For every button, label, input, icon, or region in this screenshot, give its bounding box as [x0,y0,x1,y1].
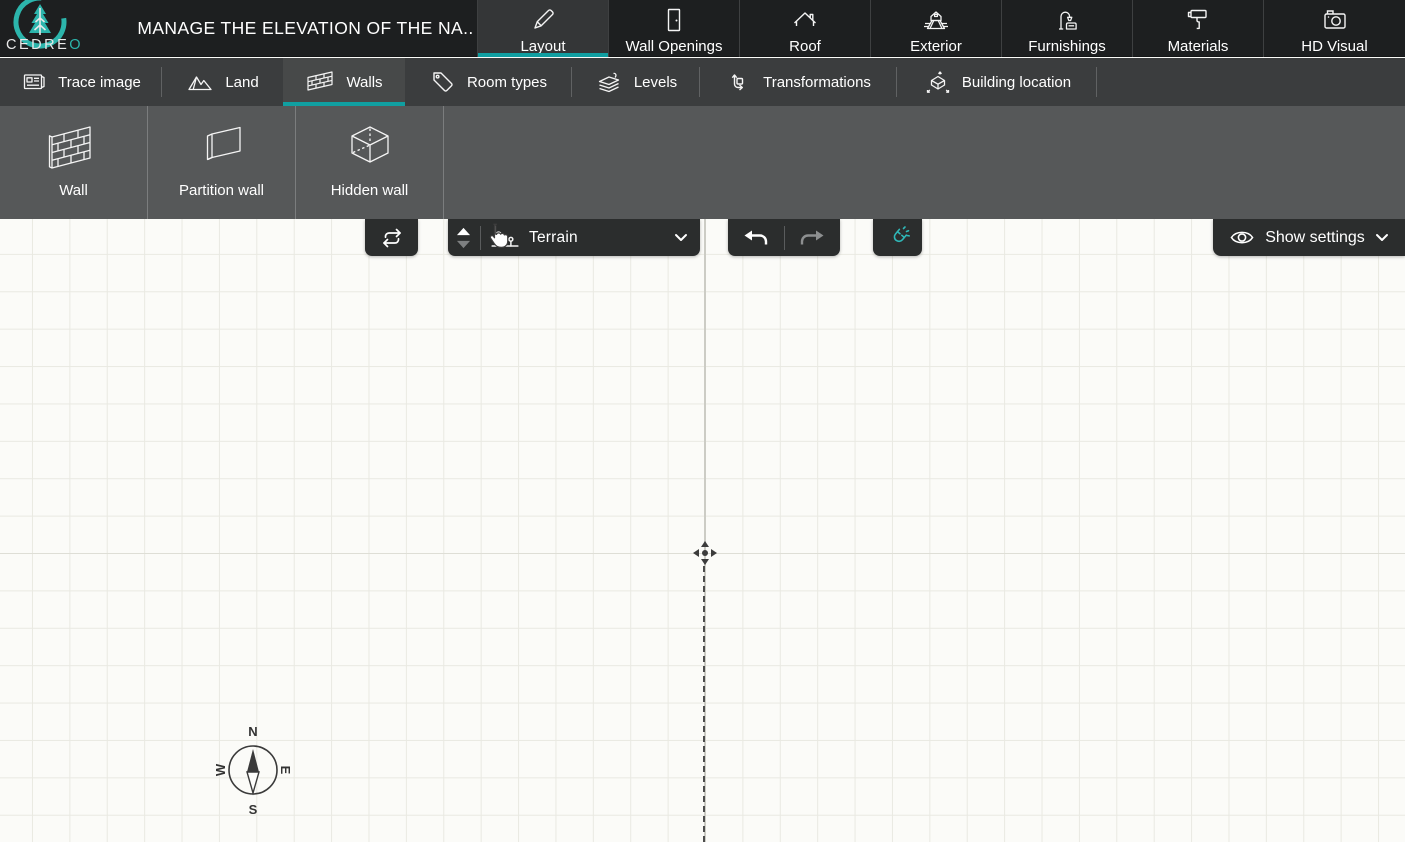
layout-ribbon: Trace image Land Walls Room types [0,58,1405,106]
redo-button[interactable] [785,219,840,256]
furnishings-icon [1053,5,1081,35]
compass-north-label: N [248,724,257,739]
tool-label: Wall [59,182,88,199]
terrain-level-icon [490,227,520,249]
walls-tool-panel: Wall Partition wall Hidden wall [0,106,1405,219]
door-icon [661,5,687,35]
building-location-icon [923,69,951,95]
top-bar: CEDREO MANAGE THE ELEVATION OF THE NA.. … [0,0,1405,57]
pencil-icon [529,5,557,35]
ribbon-item-trace-image[interactable]: Trace image [0,58,162,106]
ribbon-label: Room types [467,74,547,91]
level-stepper[interactable] [456,227,471,249]
transform-icon [726,69,752,95]
ribbon-item-building-location[interactable]: Building location [897,58,1097,106]
undo-button[interactable] [729,219,784,256]
tab-label: Exterior [910,38,962,55]
level-selector-dropdown[interactable]: Terrain [448,219,700,256]
ribbon-label: Walls [346,74,382,91]
show-settings-button[interactable]: Show settings [1213,219,1405,256]
tab-wall-openings[interactable]: Wall Openings [608,0,739,57]
selected-level-label: Terrain [529,229,665,247]
brick-wall-icon [305,69,335,95]
move-origin-handle[interactable] [691,539,719,567]
elevation-dashed-guide [703,566,705,842]
ribbon-label: Building location [962,74,1071,91]
magnet-icon [885,225,911,251]
exterior-icon [921,5,951,35]
ribbon-label: Levels [634,74,677,91]
tab-label: Roof [789,38,821,55]
show-settings-label: Show settings [1265,229,1365,247]
eye-icon [1229,228,1255,247]
tool-partition-wall[interactable]: Partition wall [148,106,296,219]
compass-south-label: S [249,802,258,817]
divider [480,226,481,250]
compass-indicator: N S W E [214,721,292,819]
compass-east-label: E [278,766,292,775]
compass-west-label: W [214,763,228,776]
tab-layout[interactable]: Layout [477,0,608,57]
tab-label: Furnishings [1028,38,1106,55]
ribbon-item-levels[interactable]: Levels [572,58,700,106]
undo-redo-group [728,219,840,256]
main-tabs: Layout Wall Openings Roof [477,0,1405,57]
step-up-icon [456,227,471,236]
cedreo-wordmark: CEDREO [6,37,83,53]
camera-icon [1320,5,1350,35]
tab-label: HD Visual [1301,38,1367,55]
ribbon-item-room-types[interactable]: Room types [405,58,572,106]
wall-icon [46,121,102,175]
chevron-down-icon [674,233,688,242]
tool-hidden-wall[interactable]: Hidden wall [296,106,444,219]
tool-label: Partition wall [179,182,264,199]
tab-materials[interactable]: Materials [1132,0,1263,57]
step-down-icon [456,240,471,249]
partition-wall-icon [194,121,250,175]
ribbon-label: Trace image [58,74,141,91]
swap-arrows-icon [380,226,404,250]
roof-icon [791,5,819,35]
paint-roller-icon [1184,5,1212,35]
tab-label: Materials [1168,38,1229,55]
ribbon-label: Land [225,74,258,91]
ribbon-item-transformations[interactable]: Transformations [700,58,897,106]
tool-label: Hidden wall [331,182,409,199]
ribbon-item-walls[interactable]: Walls [283,58,405,106]
tab-label: Layout [520,38,565,55]
floorplan-canvas[interactable]: N S W E Terrain [0,219,1405,842]
trace-image-icon [21,70,47,94]
tag-icon [430,69,456,95]
tab-furnishings[interactable]: Furnishings [1001,0,1132,57]
tab-hd-visual[interactable]: HD Visual [1263,0,1405,57]
project-title: MANAGE THE ELEVATION OF THE NA.. [138,0,473,57]
ribbon-item-land[interactable]: Land [162,58,283,106]
tab-roof[interactable]: Roof [739,0,870,57]
swap-view-button[interactable] [365,219,418,256]
layers-icon [595,69,623,95]
tab-label: Wall Openings [626,38,723,55]
cedreo-logo[interactable]: CEDREO [6,0,130,57]
tool-wall[interactable]: Wall [0,106,148,219]
chevron-down-icon [1375,233,1389,242]
tab-exterior[interactable]: Exterior [870,0,1001,57]
ribbon-label: Transformations [763,74,871,91]
snap-magnet-button[interactable] [873,219,922,256]
mountains-icon [186,71,214,93]
hidden-wall-icon [342,121,398,175]
